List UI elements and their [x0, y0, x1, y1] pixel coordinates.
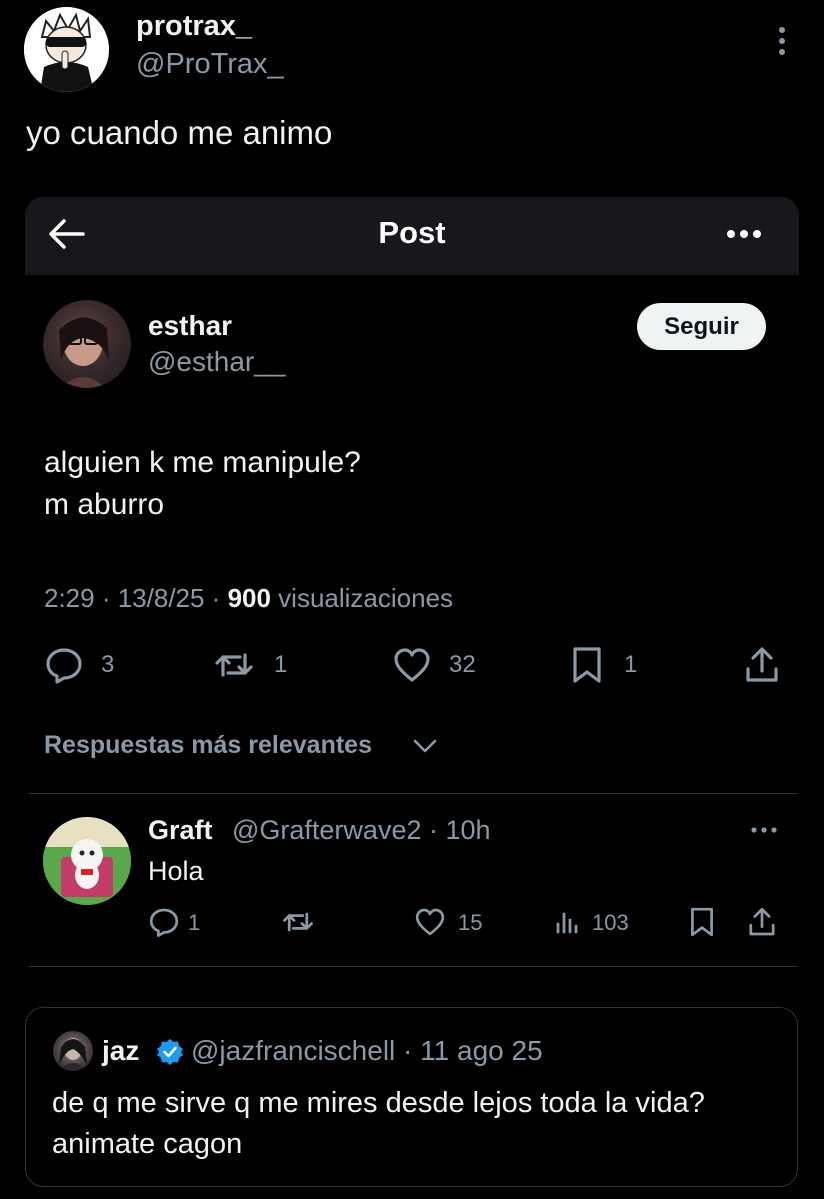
post-metadata: 2:29 · 13/8/25 · 900 visualizaciones: [44, 583, 453, 614]
post-author-avatar[interactable]: [43, 300, 131, 388]
verified-badge-icon: [156, 1038, 184, 1066]
reply-text: Hola: [148, 856, 204, 886]
sort-replies-dropdown[interactable]: Respuestas más relevantes: [44, 731, 372, 760]
quoted-author-avatar[interactable]: [53, 1031, 93, 1071]
post-author-name[interactable]: esthar: [148, 310, 232, 342]
reply-author-avatar[interactable]: [43, 817, 131, 905]
more-options-icon[interactable]: [724, 222, 764, 246]
bookmark-count: 1: [624, 651, 638, 678]
outer-author-handle[interactable]: @ProTrax_: [136, 48, 284, 81]
quoted-author-name[interactable]: jaz: [102, 1035, 139, 1067]
reply-count: 3: [101, 651, 115, 678]
post-author-handle[interactable]: @esthar__: [148, 346, 285, 378]
page-title: Post: [378, 215, 446, 250]
like-count: 32: [449, 651, 476, 678]
post-text-line: m aburro: [44, 488, 165, 521]
more-options-icon[interactable]: [748, 820, 780, 840]
outer-author-name[interactable]: protrax_: [136, 10, 252, 43]
share-icon[interactable]: [742, 645, 782, 685]
quoted-text-line: animate cagon: [52, 1128, 243, 1160]
reply-count: 1: [188, 910, 201, 935]
post-timestamp[interactable]: 2:29 · 13/8/25 ·: [44, 583, 228, 613]
follow-button[interactable]: Seguir: [637, 303, 766, 350]
views-count: 900: [227, 583, 271, 613]
chevron-down-icon[interactable]: [412, 736, 438, 756]
retweet-icon[interactable]: [282, 906, 314, 938]
bookmark-icon[interactable]: [686, 906, 718, 938]
reply-author-meta[interactable]: @Grafterwave2 · 10h: [232, 815, 491, 846]
reply-author-name[interactable]: Graft: [148, 815, 213, 846]
heart-icon[interactable]: [414, 906, 446, 938]
retweet-icon[interactable]: [214, 645, 254, 685]
divider: [28, 793, 798, 794]
divider: [28, 966, 798, 967]
views-label: visualizaciones: [270, 583, 454, 613]
views-count: 103: [592, 910, 629, 935]
reply-icon[interactable]: [148, 906, 180, 938]
reply-icon[interactable]: [44, 645, 84, 685]
views-chart-icon[interactable]: [552, 906, 584, 938]
post-text-line: alguien k me manipule?: [44, 446, 361, 479]
quoted-text-line: de q me sirve q me mires desde lejos tod…: [52, 1087, 705, 1119]
more-options-vertical-icon[interactable]: [770, 24, 794, 60]
quoted-author-meta[interactable]: @jazfrancischell · 11 ago 25: [191, 1035, 543, 1067]
heart-icon[interactable]: [392, 645, 432, 685]
outer-author-avatar[interactable]: [24, 7, 109, 92]
share-icon[interactable]: [746, 906, 778, 938]
outer-post-text: yo cuando me animo: [26, 114, 333, 151]
retweet-count: 1: [274, 651, 288, 678]
like-count: 15: [458, 910, 483, 935]
bookmark-icon[interactable]: [567, 645, 607, 685]
